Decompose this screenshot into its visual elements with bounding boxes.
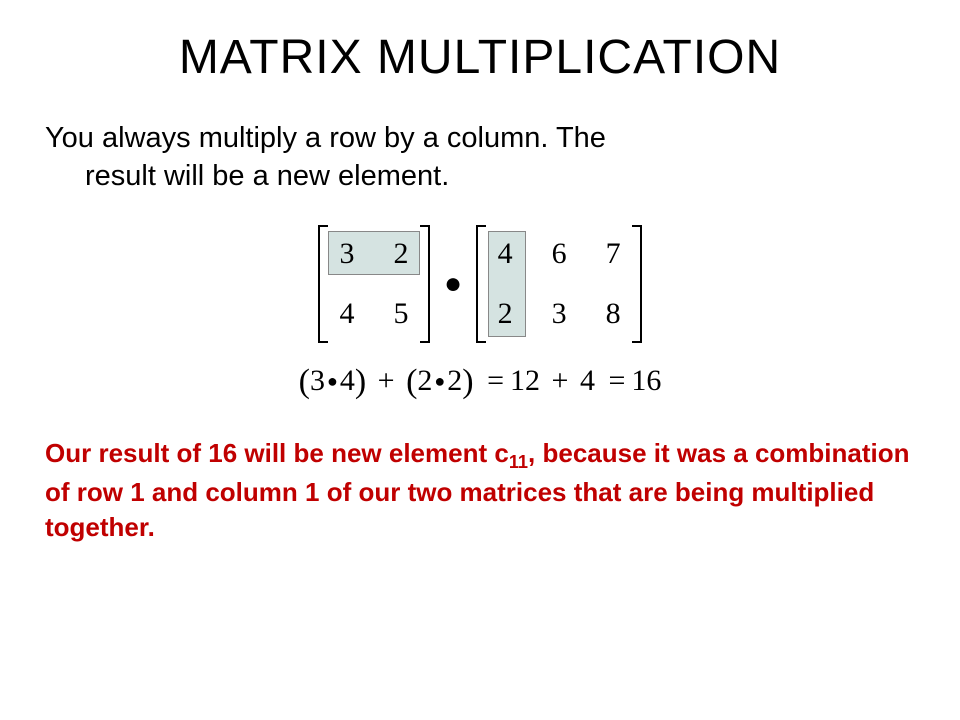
matrix-b: 4 6 7 2 3 8 bbox=[476, 225, 642, 343]
intro-text: You always multiply a row by a column. T… bbox=[40, 120, 920, 195]
eq-term: 12 bbox=[510, 364, 540, 397]
bracket-icon bbox=[632, 225, 642, 343]
matrix-b-cell: 6 bbox=[550, 237, 568, 271]
intro-line-2: result will be a new element. bbox=[45, 158, 920, 196]
eq-term: 4 bbox=[340, 364, 355, 397]
conclusion-subscript: 11 bbox=[509, 453, 528, 473]
paren-open-icon: ( bbox=[406, 363, 417, 400]
equation: (3●4) + (2●2) =12 + 4 =16 bbox=[40, 363, 920, 401]
paren-close-icon: ) bbox=[355, 363, 366, 400]
matrix-a-cell: 5 bbox=[392, 297, 410, 331]
matrix-a-cell: 2 bbox=[392, 237, 410, 271]
dot-operator-icon: ● bbox=[432, 371, 447, 391]
conclusion-text: Our result of 16 will be new element c11… bbox=[40, 436, 920, 545]
matrix-a-cell: 3 bbox=[338, 237, 356, 271]
eq-term: 3 bbox=[310, 364, 325, 397]
matrix-b-cell: 3 bbox=[550, 297, 568, 331]
matrix-b-cell: 7 bbox=[604, 237, 622, 271]
plus-icon: + bbox=[548, 364, 573, 397]
matrix-a-cell: 4 bbox=[338, 297, 356, 331]
matrix-b-cell: 4 bbox=[496, 237, 514, 271]
eq-term: 2 bbox=[447, 364, 462, 397]
conclusion-part1: Our result of 16 will be new element c bbox=[45, 438, 509, 468]
paren-close-icon: ) bbox=[462, 363, 473, 400]
paren-open-icon: ( bbox=[299, 363, 310, 400]
eq-term: 4 bbox=[580, 364, 595, 397]
dot-operator-icon: ● bbox=[325, 371, 340, 391]
dot-operator-icon: ● bbox=[444, 269, 462, 299]
matrix-b-cell: 2 bbox=[496, 297, 514, 331]
equals-icon: = bbox=[602, 364, 631, 397]
intro-line-1: You always multiply a row by a column. T… bbox=[45, 122, 606, 154]
matrix-b-cell: 8 bbox=[604, 297, 622, 331]
plus-icon: + bbox=[374, 364, 399, 397]
bracket-icon bbox=[420, 225, 430, 343]
page-title: MATRIX MULTIPLICATION bbox=[40, 30, 920, 85]
bracket-icon bbox=[476, 225, 486, 343]
matrix-expression: 3 2 4 5 ● 4 6 7 2 3 8 bbox=[40, 225, 920, 343]
eq-term: 2 bbox=[417, 364, 432, 397]
equals-icon: = bbox=[481, 364, 510, 397]
matrix-a: 3 2 4 5 bbox=[318, 225, 430, 343]
eq-result: 16 bbox=[631, 364, 661, 397]
bracket-icon bbox=[318, 225, 328, 343]
